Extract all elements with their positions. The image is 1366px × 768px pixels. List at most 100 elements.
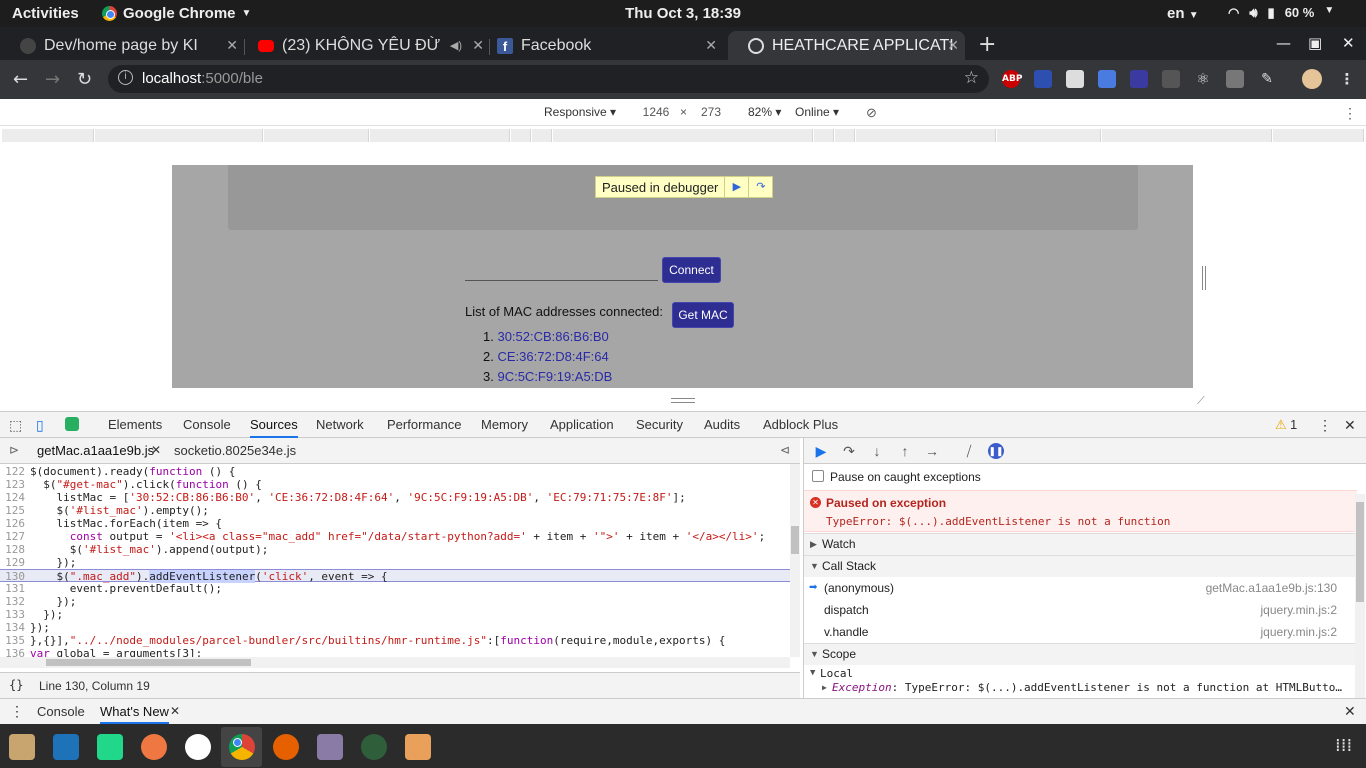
extension-icon[interactable] bbox=[1066, 70, 1084, 88]
media-query-segment[interactable] bbox=[835, 129, 855, 142]
resize-handle-bottom[interactable] bbox=[671, 398, 695, 403]
minimize-button[interactable]: — bbox=[1276, 34, 1291, 52]
tab-security[interactable]: Security bbox=[636, 417, 683, 432]
media-query-segment[interactable] bbox=[1273, 129, 1364, 142]
close-icon[interactable]: ✕ bbox=[705, 37, 717, 54]
pause-caught-checkbox[interactable] bbox=[812, 470, 824, 482]
line-number[interactable]: 132 bbox=[0, 595, 30, 608]
media-query-segment[interactable] bbox=[814, 129, 834, 142]
call-frame-active[interactable]: ➡ (anonymous) getMac.a1aa1e9b.js:130 bbox=[804, 577, 1357, 599]
line-number[interactable]: 123 bbox=[0, 478, 30, 491]
line-number[interactable]: 135 bbox=[0, 634, 30, 647]
line-number[interactable]: 134 bbox=[0, 621, 30, 634]
extension-icon[interactable] bbox=[65, 417, 79, 431]
tab-audits[interactable]: Audits bbox=[704, 417, 740, 432]
info-icon[interactable]: i bbox=[118, 70, 133, 85]
browser-tab[interactable]: Dev/home page by KI ✕ bbox=[0, 31, 244, 60]
code-line[interactable]: 125 $('#list_mac').empty(); bbox=[0, 504, 790, 517]
rotate-icon[interactable]: ⊘ bbox=[866, 105, 877, 121]
media-query-segment[interactable] bbox=[264, 129, 369, 142]
code-line[interactable]: 132 }); bbox=[0, 595, 790, 608]
step-over-icon[interactable]: ↷ bbox=[748, 177, 772, 197]
show-apps-icon[interactable]: ⁞⁞⁞ bbox=[1335, 735, 1352, 756]
document-viewer-icon[interactable] bbox=[405, 734, 431, 760]
mac-address-input[interactable] bbox=[465, 258, 658, 281]
menu-icon[interactable]: ⋮ bbox=[1338, 70, 1356, 88]
tab-application[interactable]: Application bbox=[550, 417, 614, 432]
deactivate-breakpoints-icon[interactable]: ⧸ bbox=[960, 442, 978, 460]
resume-icon[interactable]: ▶︎ bbox=[812, 442, 830, 460]
media-query-segment[interactable] bbox=[511, 129, 531, 142]
scope-section[interactable]: ▼ Scope bbox=[804, 643, 1357, 665]
tab-adblock-plus[interactable]: Adblock Plus bbox=[763, 417, 838, 432]
code-line[interactable]: 135},{}],"../../node_modules/parcel-bund… bbox=[0, 634, 790, 647]
devtools-menu-icon[interactable]: ⋮ bbox=[1318, 417, 1332, 434]
system-tray[interactable]: ◠ 🔊︎ ▮ 60 % ▼ bbox=[1228, 5, 1334, 21]
avatar[interactable] bbox=[1302, 69, 1322, 89]
media-query-segment[interactable] bbox=[553, 129, 813, 142]
inspect-element-icon[interactable]: ⬚ bbox=[9, 417, 22, 434]
url-text[interactable]: localhost:5000/ble bbox=[142, 70, 263, 87]
postman-icon[interactable] bbox=[141, 734, 167, 760]
line-number[interactable]: 131 bbox=[0, 582, 30, 595]
extension-icon[interactable] bbox=[1226, 70, 1244, 88]
browser-tab-active[interactable]: HEATHCARE APPLICATI ✕ bbox=[728, 31, 965, 60]
code-line[interactable]: 123 $("#get-mac").click(function () { bbox=[0, 478, 790, 491]
video-player-icon[interactable] bbox=[317, 734, 343, 760]
drawer-tab-console[interactable]: Console bbox=[37, 704, 85, 719]
close-drawer-icon[interactable]: ✕ bbox=[1344, 703, 1356, 720]
files-icon[interactable] bbox=[9, 734, 35, 760]
color-picker-icon[interactable]: ✎ bbox=[1258, 70, 1276, 88]
triangle-right-icon[interactable]: ▶ bbox=[822, 683, 827, 692]
firefox-icon[interactable] bbox=[273, 734, 299, 760]
frame-location[interactable]: jquery.min.js:2 bbox=[1261, 621, 1337, 643]
tab-sources[interactable]: Sources bbox=[250, 417, 298, 438]
close-window-button[interactable]: ✕ bbox=[1342, 34, 1355, 52]
browser-tab[interactable]: f Facebook ✕ bbox=[477, 31, 723, 60]
clock[interactable]: Thu Oct 3, 18:39 bbox=[625, 5, 741, 22]
step-into-icon[interactable]: ↓ bbox=[868, 442, 886, 460]
drawer-tab-whats-new[interactable]: What's New bbox=[100, 704, 169, 724]
bookmark-star-icon[interactable]: ☆ bbox=[964, 68, 979, 88]
width-input[interactable]: 1246 bbox=[638, 105, 674, 119]
callstack-section[interactable]: ▼ Call Stack bbox=[804, 555, 1357, 577]
react-devtools-icon[interactable]: ⚛ bbox=[1194, 70, 1212, 88]
chrome-icon[interactable] bbox=[229, 734, 255, 760]
tab-memory[interactable]: Memory bbox=[481, 417, 528, 432]
device-mode-select[interactable]: Responsive ▾ bbox=[544, 105, 616, 119]
line-number[interactable]: 125 bbox=[0, 504, 30, 517]
more-options-icon[interactable]: ⋮ bbox=[1343, 105, 1357, 122]
file-tab-getmac[interactable]: getMac.a1aa1e9b.js bbox=[37, 443, 154, 458]
code-line[interactable]: 122 $(document).ready(function () { bbox=[0, 465, 790, 478]
toggle-debugger-icon[interactable]: ⊲ bbox=[780, 443, 790, 457]
line-number[interactable]: 136 bbox=[0, 647, 30, 657]
close-icon[interactable]: ✕ bbox=[947, 37, 959, 54]
mac-link[interactable]: CE:36:72:D8:4F:64 bbox=[497, 349, 608, 364]
forward-icon[interactable]: → bbox=[45, 69, 60, 90]
tab-elements[interactable]: Elements bbox=[108, 417, 162, 432]
adblock-plus-icon[interactable]: ABP bbox=[1002, 70, 1022, 88]
frame-location[interactable]: jquery.min.js:2 bbox=[1261, 599, 1337, 621]
reload-icon[interactable]: ↻ bbox=[77, 69, 92, 90]
warning-icon[interactable]: ⚠ bbox=[1275, 417, 1287, 433]
close-icon[interactable]: ✕ bbox=[151, 443, 161, 457]
media-query-segment[interactable] bbox=[1102, 129, 1272, 142]
media-query-segment[interactable] bbox=[856, 129, 996, 142]
call-frame[interactable]: dispatch jquery.min.js:2 bbox=[804, 599, 1357, 621]
code-line[interactable]: 124 listMac = ['30:52:CB:86:B6:B0', 'CE:… bbox=[0, 491, 790, 504]
line-number[interactable]: 129 bbox=[0, 556, 30, 569]
close-devtools-icon[interactable]: ✕ bbox=[1344, 417, 1356, 434]
extension-icon[interactable] bbox=[1162, 70, 1180, 88]
tab-performance[interactable]: Performance bbox=[387, 417, 461, 432]
code-line[interactable]: 134}); bbox=[0, 621, 790, 634]
pause-on-exceptions-icon[interactable]: ❚❚ bbox=[988, 443, 1004, 459]
scope-exception-entry[interactable]: Exception: TypeError: $(...).addEventLis… bbox=[832, 681, 1352, 694]
triangle-down-icon[interactable]: ▼ bbox=[810, 668, 815, 678]
file-tab-socketio[interactable]: socketio.8025e34e.js bbox=[174, 443, 296, 458]
tab-console[interactable]: Console bbox=[183, 417, 231, 432]
code-line[interactable]: 130 $(".mac_add").addEventListener('clic… bbox=[0, 569, 790, 583]
maximize-button[interactable]: ▣ bbox=[1308, 34, 1322, 52]
code-vertical-scrollbar[interactable] bbox=[790, 464, 800, 657]
extension-icon[interactable] bbox=[1034, 70, 1052, 88]
call-frame[interactable]: v.handle jquery.min.js:2 bbox=[804, 621, 1357, 643]
